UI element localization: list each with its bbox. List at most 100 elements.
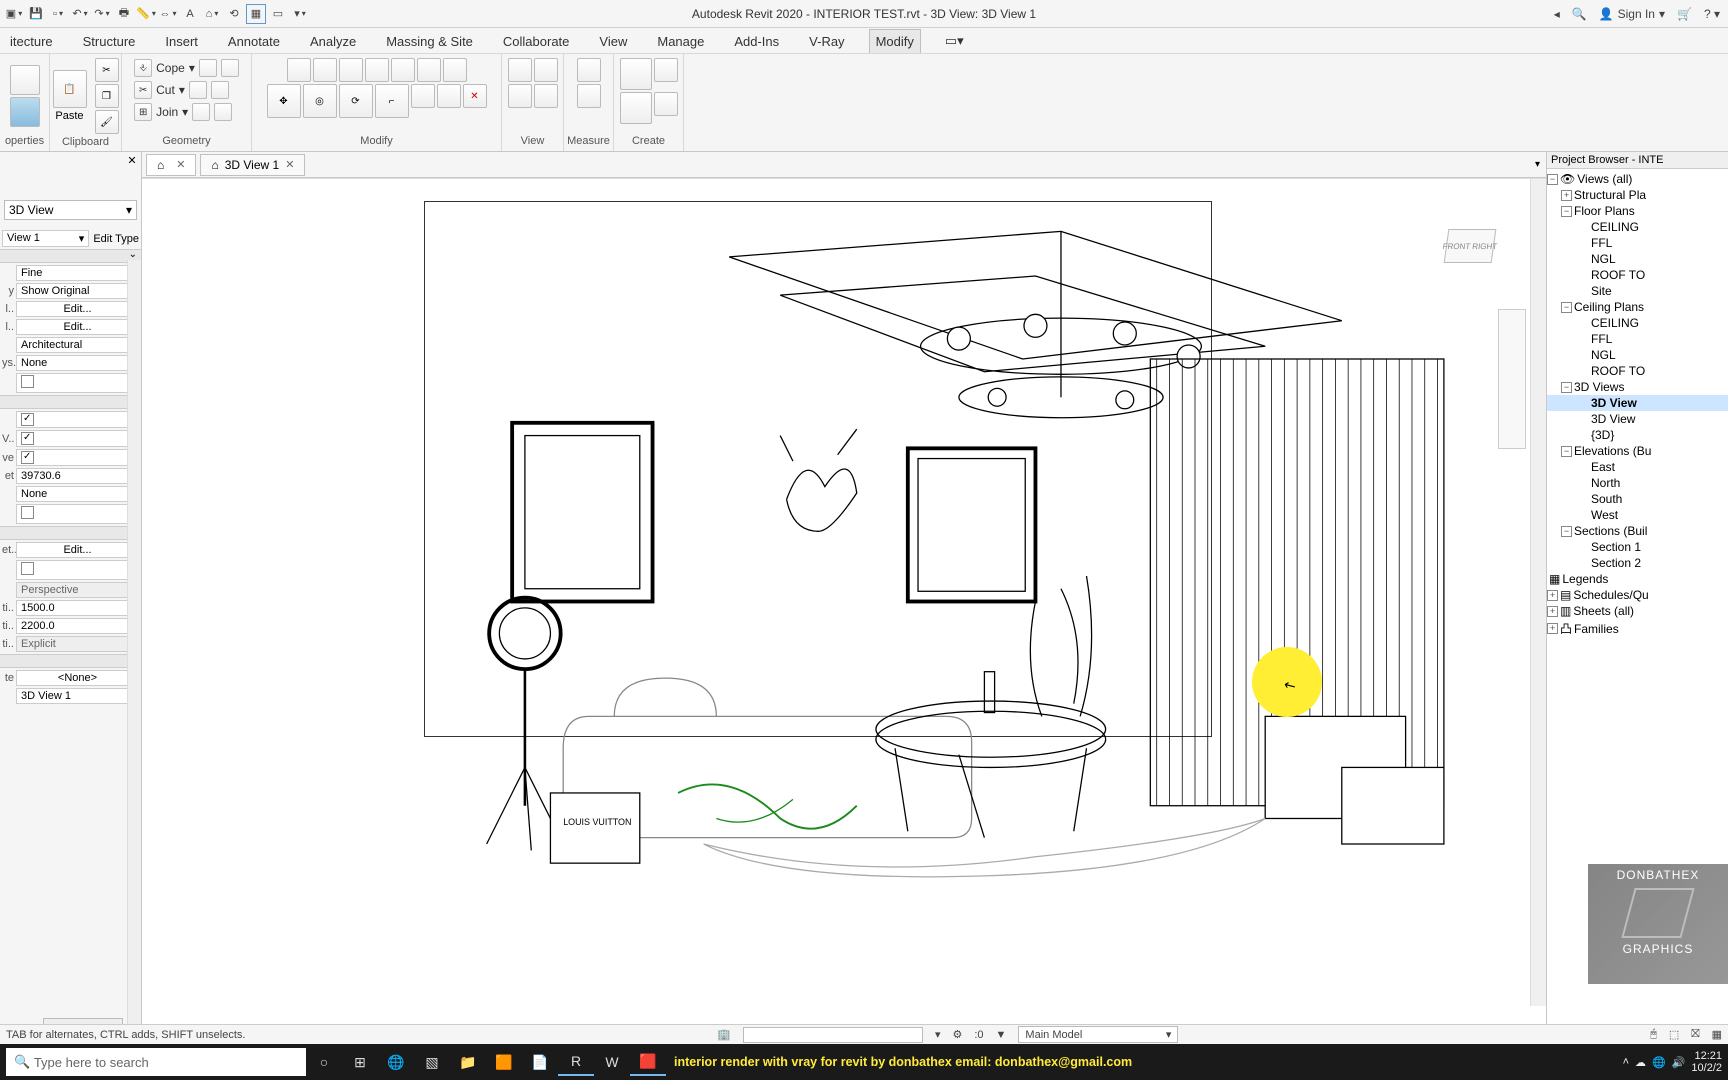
join-button[interactable]: ⊞Join ▾ <box>130 102 236 122</box>
create-c-icon[interactable] <box>620 92 652 124</box>
tab-massing[interactable]: Massing & Site <box>380 30 479 53</box>
save-icon[interactable]: 💾 <box>26 4 46 24</box>
tree-elevations[interactable]: −Elevations (Bu <box>1547 443 1728 459</box>
tree-families[interactable]: +凸 Families <box>1547 619 1728 638</box>
view-cube[interactable]: FRONT RIGHT <box>1446 229 1516 277</box>
modify-icon[interactable] <box>10 65 40 95</box>
cortana-icon[interactable]: ○ <box>306 1048 342 1076</box>
tree-3dviews[interactable]: −3D Views <box>1547 379 1728 395</box>
cam-c[interactable]: Explicit <box>16 636 139 652</box>
recent-icon[interactable]: ◂ <box>1554 7 1560 21</box>
tree-item[interactable]: West <box>1547 507 1728 523</box>
tree-item[interactable]: CEILING <box>1547 315 1728 331</box>
app-icon[interactable]: 📄 <box>522 1048 558 1076</box>
exchange-icon[interactable]: 🛒 <box>1677 7 1692 21</box>
tree-item[interactable]: Section 1 <box>1547 539 1728 555</box>
group-header[interactable] <box>0 249 141 263</box>
cope-button[interactable]: ⎀Cope ▾ <box>130 58 243 78</box>
tab-structure[interactable]: Structure <box>77 30 142 53</box>
tree-item[interactable]: South <box>1547 491 1728 507</box>
check-b[interactable] <box>16 411 139 428</box>
app-menu-icon[interactable]: ▣ <box>4 4 24 24</box>
app-icon[interactable]: 📁 <box>450 1048 486 1076</box>
cut-small-icon[interactable]: ✂ <box>95 58 119 82</box>
close-hidden-icon[interactable]: ▦ <box>246 4 266 24</box>
tree-sections[interactable]: −Sections (Buil <box>1547 523 1728 539</box>
group-header[interactable] <box>0 526 141 540</box>
phase[interactable]: <None> <box>16 670 139 686</box>
view-a-icon[interactable] <box>508 58 532 82</box>
tree-structural[interactable]: +Structural Pla <box>1547 187 1728 203</box>
sign-in-button[interactable]: 👤 Sign In ▾ <box>1599 7 1665 21</box>
filter-icon[interactable]: ▼ <box>996 1029 1007 1041</box>
view-combo[interactable]: View 1▾ <box>2 230 89 247</box>
system-tray[interactable]: ˄ ☁ 🌐 🔊 12:2110/2/2 <box>1623 1050 1722 1074</box>
tree-views[interactable]: −👁 Views (all) <box>1547 171 1728 187</box>
tray-net-icon[interactable]: 🌐 <box>1652 1056 1666 1069</box>
create-a-icon[interactable] <box>620 58 652 90</box>
show-hidden[interactable]: None <box>16 355 139 371</box>
tab-view[interactable]: View <box>593 30 633 53</box>
tree-item-active[interactable]: 3D View <box>1547 395 1728 411</box>
view-tab-0[interactable]: ⌂✕ <box>146 154 196 176</box>
print-icon[interactable]: 🖶 <box>114 4 134 24</box>
sel-c-icon[interactable]: ⛝ <box>1691 1028 1699 1041</box>
tab-modify[interactable]: Modify <box>869 29 921 53</box>
measure-a-icon[interactable] <box>577 58 601 82</box>
status-icon[interactable]: ▾ <box>935 1028 941 1041</box>
move-icon[interactable]: ✥ <box>267 84 301 118</box>
create-b-icon[interactable] <box>654 58 678 82</box>
properties-icon[interactable] <box>10 97 40 127</box>
tab-overflow-icon[interactable]: ▾ <box>1535 159 1540 170</box>
tab-extra-icon[interactable]: ▭▾ <box>939 29 970 53</box>
tree-floorplans[interactable]: −Floor Plans <box>1547 203 1728 219</box>
tray-vol-icon[interactable]: 🔊 <box>1672 1056 1686 1069</box>
tree-item[interactable]: CEILING <box>1547 219 1728 235</box>
match-icon[interactable]: 🖌 <box>95 110 119 134</box>
geom-a-icon[interactable] <box>199 59 217 77</box>
check-d[interactable] <box>16 449 139 466</box>
trim-ext-icon[interactable] <box>443 58 467 82</box>
graphic-disp[interactable]: Edit... <box>16 319 139 335</box>
group-header[interactable] <box>0 654 141 668</box>
customize-icon[interactable]: ▾ <box>290 4 310 24</box>
switch-windows-icon[interactable]: ▭ <box>268 4 288 24</box>
close-icon[interactable]: ✕ <box>176 158 185 171</box>
mirror-draw-icon[interactable] <box>365 58 389 82</box>
tab-vray[interactable]: V-Ray <box>803 30 850 53</box>
geom-b-icon[interactable] <box>221 59 239 77</box>
tree-item[interactable]: Section 2 <box>1547 555 1728 571</box>
tab-addins[interactable]: Add-Ins <box>728 30 785 53</box>
edit-field[interactable]: Edit... <box>16 542 139 558</box>
app-icon[interactable]: R <box>558 1048 594 1076</box>
tree-item[interactable]: 3D View <box>1547 411 1728 427</box>
app-icon[interactable]: 🌐 <box>378 1048 414 1076</box>
cam-b[interactable]: 2200.0 <box>16 618 139 634</box>
redo-icon[interactable]: ↷ <box>92 4 112 24</box>
array-b-icon[interactable] <box>417 58 441 82</box>
cam-a[interactable]: 1500.0 <box>16 600 139 616</box>
view-d-icon[interactable] <box>534 84 558 108</box>
tray-chevron-icon[interactable]: ˄ <box>1623 1056 1629 1068</box>
drawing-canvas[interactable]: LOUIS VUITTON FRONT RIGHT ↖ <box>142 178 1546 1024</box>
check-a[interactable] <box>16 373 139 393</box>
delete-icon[interactable]: ✕ <box>463 84 487 108</box>
detail-level[interactable]: Fine <box>16 265 139 281</box>
projection[interactable]: Perspective <box>16 582 139 598</box>
geom-e-icon[interactable] <box>192 103 210 121</box>
geom-f-icon[interactable] <box>214 103 232 121</box>
measure-icon[interactable]: 📏 <box>136 4 156 24</box>
taskbar-search[interactable]: 🔍 Type here to search <box>6 1048 306 1076</box>
vertical-scrollbar[interactable] <box>1530 179 1546 1006</box>
app-icon[interactable]: 🟧 <box>486 1048 522 1076</box>
align-icon[interactable] <box>287 58 311 82</box>
paste-icon[interactable]: 📋 <box>53 70 87 108</box>
tree-item[interactable]: Site <box>1547 283 1728 299</box>
tree-item[interactable]: FFL <box>1547 235 1728 251</box>
close-icon[interactable]: ✕ <box>285 158 294 171</box>
trim-icon[interactable]: ⌐ <box>375 84 409 118</box>
array-a-icon[interactable] <box>391 58 415 82</box>
check-c[interactable] <box>16 430 139 447</box>
tree-item[interactable]: NGL <box>1547 347 1728 363</box>
tree-ceilingplans[interactable]: −Ceiling Plans <box>1547 299 1728 315</box>
